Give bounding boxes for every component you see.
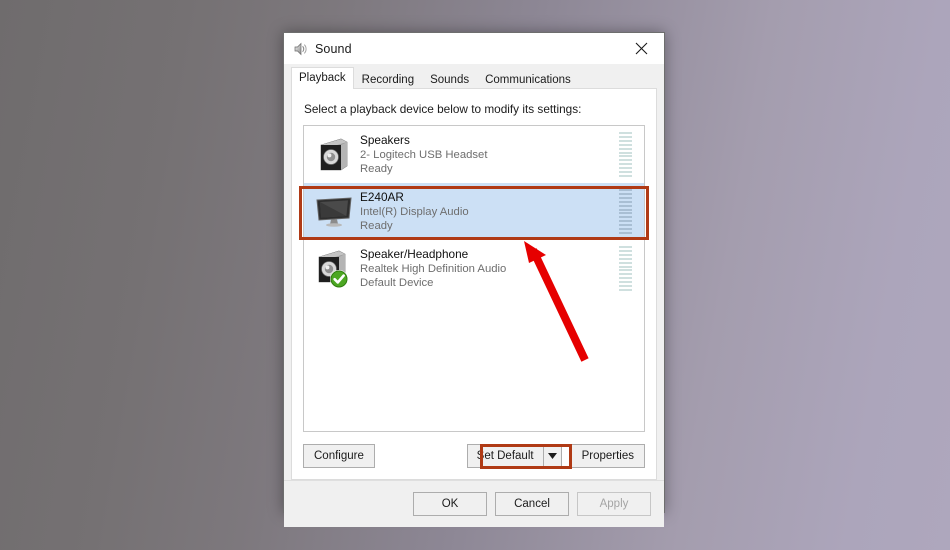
speaker-box-icon [312, 136, 356, 174]
device-driver: Realtek High Definition Audio [360, 263, 507, 275]
cancel-button[interactable]: Cancel [495, 492, 569, 516]
tab-sounds[interactable]: Sounds [422, 69, 478, 89]
speaker-box-icon [312, 248, 356, 290]
tab-recording[interactable]: Recording [353, 69, 423, 89]
sound-dialog-window: Sound Playback Recording Sounds Communic… [283, 32, 665, 527]
dialog-footer: OK Cancel Apply [284, 480, 664, 527]
configure-button[interactable]: Configure [303, 443, 375, 468]
set-default-button[interactable]: Set Default [468, 445, 543, 467]
volume-meter [619, 189, 632, 234]
sound-speaker-icon [292, 41, 308, 57]
device-status: Ready [360, 220, 393, 232]
device-name: E240AR [360, 190, 404, 204]
apply-button: Apply [577, 492, 651, 516]
device-info: Speakers 2- Logitech USB Headset Ready [356, 133, 619, 176]
device-row-speakers[interactable]: Speakers 2- Logitech USB Headset Ready [304, 126, 644, 183]
device-driver: Intel(R) Display Audio [360, 206, 469, 218]
close-icon[interactable] [619, 33, 664, 63]
device-name: Speakers [360, 133, 410, 147]
set-default-split-button[interactable]: Set Default [466, 443, 562, 468]
tab-strip: Playback Recording Sounds Communications [284, 64, 664, 89]
properties-button[interactable]: Properties [570, 443, 645, 468]
tab-communications[interactable]: Communications [477, 69, 579, 89]
device-driver: 2- Logitech USB Headset [360, 149, 488, 161]
device-row-e240ar[interactable]: E240AR Intel(R) Display Audio Ready [304, 183, 644, 240]
device-info: E240AR Intel(R) Display Audio Ready [356, 190, 619, 233]
device-row-speaker-headphone[interactable]: Speaker/Headphone Realtek High Definitio… [304, 240, 644, 297]
title-bar: Sound [284, 33, 664, 64]
tab-playback[interactable]: Playback [291, 67, 354, 89]
default-device-check-icon [330, 269, 348, 288]
device-status: Ready [360, 163, 393, 175]
volume-meter [619, 132, 632, 177]
monitor-icon [312, 196, 356, 228]
device-name: Speaker/Headphone [360, 247, 469, 261]
volume-meter [619, 246, 632, 291]
chevron-down-icon[interactable] [542, 444, 561, 467]
playback-device-list[interactable]: Speakers 2- Logitech USB Headset Ready E… [303, 125, 645, 432]
window-title: Sound [315, 41, 352, 56]
device-status: Default Device [360, 277, 434, 289]
playback-panel: Select a playback device below to modify… [291, 89, 657, 480]
ok-button[interactable]: OK [413, 492, 487, 516]
panel-instruction: Select a playback device below to modify… [304, 102, 582, 116]
device-action-buttons: Configure Set Default Properties [303, 432, 645, 479]
device-info: Speaker/Headphone Realtek High Definitio… [356, 247, 619, 290]
